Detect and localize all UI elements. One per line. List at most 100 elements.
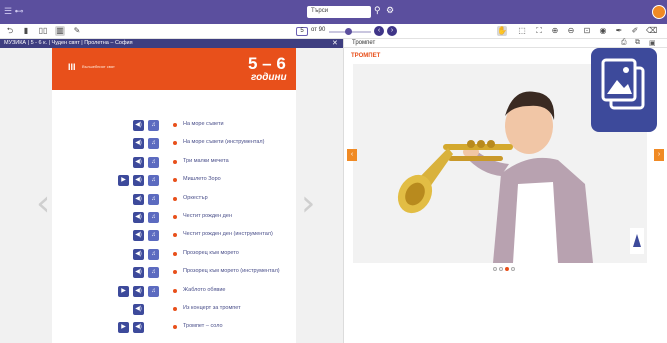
track-row: ▶ ◀) ♫ Жаблото обявие (118, 285, 288, 298)
slide-dot[interactable] (493, 267, 497, 271)
track-label[interactable]: Жаблото обявие (183, 287, 225, 293)
age-word: години (251, 72, 287, 83)
audio-button[interactable]: ◀) (133, 212, 144, 223)
book-page: III Вълшебният свят 5 – 6 години ◀) ♫ На м… (52, 48, 296, 343)
fit-page-icon[interactable]: ⊡ (582, 26, 592, 36)
bullet-dot (173, 325, 177, 330)
track-label[interactable]: Три малки мечета (183, 158, 229, 164)
track-row: ◀) ♫ На море съвети (инструментал) (118, 138, 288, 150)
fullscreen-icon[interactable]: ⛶ (534, 26, 544, 36)
audio-button[interactable]: ◀) (133, 175, 144, 187)
media-caption: ТРОМПЕТ (351, 53, 381, 59)
audio-button[interactable]: ◀) (133, 248, 144, 260)
breadcrumb: МУЗИКА | 5 - 6 к. | Чуден свят | Пролетн… (4, 40, 133, 46)
prev-slide-button[interactable]: ‹ (347, 149, 357, 161)
audio-button[interactable]: ◀) (133, 267, 144, 279)
track-row: ◀) ♫ Честит рожден ден (118, 212, 288, 224)
track-label[interactable]: Честит рожден ден (инструментал) (183, 231, 273, 237)
bullet-dot (173, 307, 177, 311)
score-button[interactable]: ♫ (148, 193, 159, 205)
track-row: ◀) ♫ Оркестър (118, 193, 288, 206)
bullet-dot (173, 141, 177, 146)
zoom-in-icon[interactable]: ⊕ (550, 26, 560, 36)
audio-button[interactable]: ◀) (133, 156, 144, 168)
select-tool-icon[interactable]: ⬚ (517, 26, 527, 36)
score-button[interactable]: ♫ (148, 138, 159, 150)
track-label[interactable]: На море съвети (инструментал) (183, 139, 264, 145)
bullet-dot (173, 159, 177, 164)
track-label[interactable]: На море съвети (183, 121, 224, 127)
search-icon[interactable]: ⚲ (374, 5, 381, 16)
pen-icon[interactable]: ✒ (614, 26, 624, 36)
score-button[interactable]: ♫ (148, 175, 159, 187)
score-button[interactable]: ♫ (148, 285, 159, 297)
download-icon[interactable]: ⎙ (621, 39, 627, 47)
marker-icon[interactable]: ✐ (630, 26, 640, 36)
score-button[interactable]: ♫ (148, 267, 159, 279)
video-play-button[interactable]: ▶ (118, 175, 129, 187)
previous-page-arrow-icon[interactable]: ‹ (36, 183, 50, 224)
score-button[interactable]: ♫ (148, 248, 159, 260)
search-input[interactable]: Търси (307, 6, 371, 18)
annotate-icon[interactable]: ✎ (72, 26, 82, 36)
unit-subtitle: Вълшебният свят (82, 64, 115, 69)
track-label[interactable]: Из концерт за тромпет (183, 305, 241, 311)
settings-icon[interactable]: ⚙ (386, 5, 394, 16)
prev-page-button[interactable]: ‹ (374, 26, 384, 36)
audio-button[interactable]: ◀) (133, 138, 144, 150)
track-row: ▶ ◀) ♫ Мишлето Зоро (118, 175, 288, 187)
bullet-dot (173, 178, 177, 183)
score-button[interactable]: ♫ (148, 212, 159, 223)
track-row: ◀) ♫ Прозорец към морето (инструментал) (118, 267, 288, 279)
audio-button[interactable]: ◀) (133, 120, 144, 131)
page-slider-thumb[interactable] (345, 28, 352, 35)
age-range: 5 – 6 (248, 54, 286, 73)
track-label[interactable]: Прозорец към морето (инструментал) (183, 268, 280, 274)
track-label[interactable]: Прозорец към морето (183, 250, 239, 256)
menu-icon[interactable]: ☰ ⊷ (4, 6, 28, 18)
video-play-button[interactable]: ▶ (118, 322, 129, 334)
score-button[interactable]: ♫ (148, 156, 159, 168)
double-page-icon[interactable]: ▯▯ (38, 26, 48, 36)
track-label[interactable]: Мишлето Зоро (183, 176, 221, 182)
close-icon[interactable]: ✕ (332, 39, 338, 47)
slide-dot[interactable] (505, 267, 509, 271)
media-header-title: Тромпет (352, 40, 376, 46)
toolbar: ⮌ ▮ ▯▯ ▥ ✎ 5 от 90 ‹ › ✋ ⬚ ⛶ ⊕ ⊖ ⊡ ◉ ✒ ✐… (0, 24, 667, 39)
track-row: ◀) ♫ Три малки мечета (118, 156, 288, 169)
zoom-out-icon[interactable]: ⊖ (566, 26, 576, 36)
unit-number: III (68, 62, 76, 72)
gallery-icon[interactable] (591, 48, 657, 132)
slide-dot[interactable] (511, 267, 515, 271)
next-page-arrow-icon[interactable]: › (301, 183, 315, 224)
eraser-icon[interactable]: ⌫ (646, 26, 657, 36)
split-view-icon[interactable]: ▥ (55, 26, 65, 36)
view-icon[interactable]: ◉ (598, 26, 608, 36)
slide-dot[interactable] (499, 267, 503, 271)
video-play-button[interactable]: ▶ (118, 285, 129, 297)
bullet-dot (173, 251, 177, 256)
track-label[interactable]: Тромпет – соло (183, 323, 223, 329)
back-icon[interactable]: ⮌ (5, 26, 15, 36)
avatar[interactable] (652, 5, 666, 19)
top-bar: ☰ ⊷ Търси ⚲ ⚙ (0, 0, 667, 24)
score-button[interactable]: ♫ (148, 230, 159, 242)
audio-button[interactable]: ◀) (133, 285, 144, 297)
next-page-button[interactable]: › (387, 26, 397, 36)
page-number-input[interactable]: 5 (296, 27, 308, 36)
hand-tool-icon[interactable]: ✋ (497, 26, 507, 36)
track-label[interactable]: Оркестър (183, 195, 208, 201)
track-label[interactable]: Честит рожден ден (183, 213, 232, 219)
bullet-dot (173, 270, 177, 275)
score-button[interactable]: ♫ (148, 120, 159, 131)
audio-button[interactable]: ◀) (133, 230, 144, 242)
single-page-icon[interactable]: ▮ (21, 26, 31, 36)
audio-button[interactable]: ◀) (133, 193, 144, 205)
external-link-icon[interactable]: ⧉ (635, 39, 640, 47)
audio-button[interactable]: ◀) (133, 304, 144, 315)
track-row: ◀) Из концерт за тромпет (118, 304, 288, 316)
audio-button[interactable]: ◀) (133, 322, 144, 334)
expand-icon[interactable]: ▣ (649, 39, 656, 47)
next-slide-button[interactable]: › (654, 149, 664, 161)
book-viewer: ‹ › III Вълшебният свят 5 – 6 години ◀) ♫… (0, 48, 343, 343)
